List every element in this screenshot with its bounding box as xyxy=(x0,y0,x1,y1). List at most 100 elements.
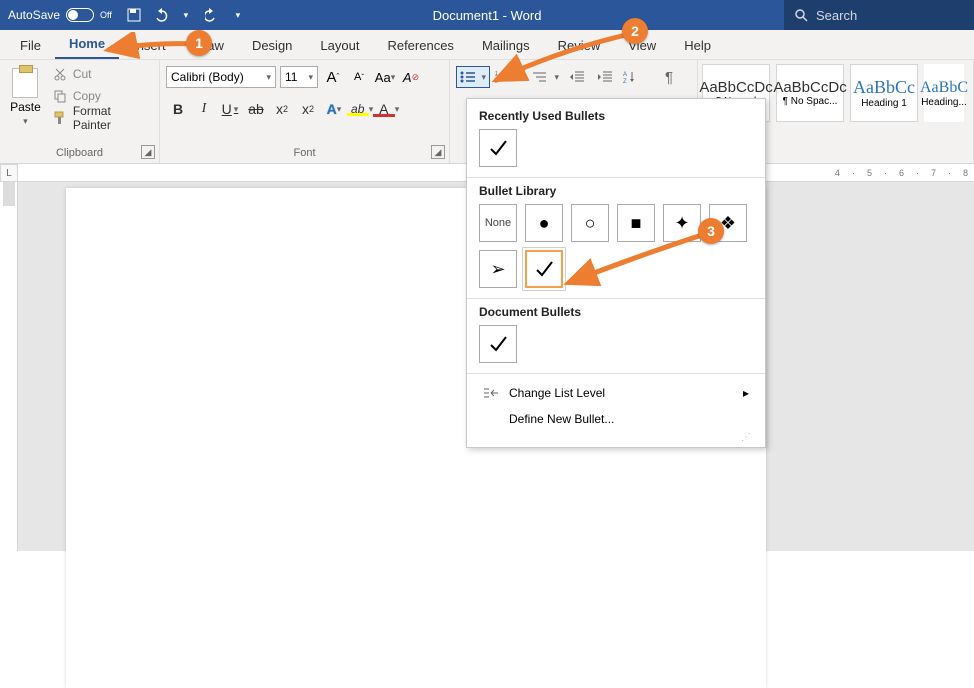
callout-marker-1: 1 xyxy=(186,30,212,56)
disc-icon: ● xyxy=(539,213,550,234)
checkmark-icon xyxy=(533,258,555,280)
qat-customize-icon[interactable]: ▾ xyxy=(230,7,246,23)
resize-grip-icon[interactable]: ⋰ xyxy=(479,432,753,443)
format-painter-icon xyxy=(53,111,67,125)
bullet-option-4star[interactable]: ✦ xyxy=(663,204,701,242)
subscript-button[interactable]: x2 xyxy=(270,98,294,120)
style-no-spacing[interactable]: AaBbCcDc ¶ No Spac... xyxy=(776,64,844,122)
style-preview: AaBbCcDc xyxy=(773,79,846,96)
autosave-toggle[interactable]: AutoSave Off xyxy=(0,8,120,22)
autosave-label: AutoSave xyxy=(8,8,60,22)
font-size-combo[interactable]: 11 ▾ xyxy=(280,66,318,88)
bullet-option-check-selected[interactable] xyxy=(525,250,563,288)
clipboard-launcher-icon[interactable]: ◢ xyxy=(141,145,155,159)
tab-mailings[interactable]: Mailings xyxy=(468,32,544,59)
save-icon[interactable] xyxy=(126,7,142,23)
italic-button[interactable]: I xyxy=(192,98,216,120)
four-point-star-icon: ✦ xyxy=(674,213,689,234)
grow-font-button[interactable]: Aˆ xyxy=(322,66,344,88)
document-bullets-title: Document Bullets xyxy=(479,305,753,319)
paste-button[interactable]: Paste ▾ xyxy=(6,64,45,130)
multilevel-button[interactable]: ▾ xyxy=(528,66,562,88)
superscript-button[interactable]: x2 xyxy=(296,98,320,120)
strikethrough-button[interactable]: ab xyxy=(244,98,268,120)
highlight-button[interactable]: ab▾ xyxy=(348,98,372,120)
undo-dropdown-icon[interactable]: ▾ xyxy=(178,7,194,23)
decrease-indent-button[interactable] xyxy=(564,66,590,88)
cut-button[interactable]: Cut xyxy=(49,64,153,84)
change-case-button[interactable]: Aa▾ xyxy=(374,66,396,88)
checkmark-icon xyxy=(487,137,509,159)
ruler-tick: 8 xyxy=(963,168,968,178)
style-name: ¶ No Spac... xyxy=(783,96,838,107)
bullet-option-check[interactable] xyxy=(479,325,517,363)
numbering-button[interactable]: 123 ▾ xyxy=(492,66,526,88)
toggle-off-icon xyxy=(66,8,94,22)
shrink-font-button[interactable]: Aˇ xyxy=(348,66,370,88)
redo-icon[interactable] xyxy=(204,7,220,23)
style-preview: AaBbCcDc xyxy=(699,79,772,96)
copy-label: Copy xyxy=(73,89,101,103)
sort-button[interactable]: AZ xyxy=(620,66,654,88)
chevron-down-icon: ▾ xyxy=(554,72,559,83)
chevron-down-icon: ▾ xyxy=(308,72,313,83)
bullet-option-circle[interactable]: ○ xyxy=(571,204,609,242)
change-list-level-item[interactable]: Change List Level ▸ xyxy=(479,380,753,406)
copy-icon xyxy=(53,89,67,103)
bullet-option-check[interactable] xyxy=(479,129,517,167)
font-color-button[interactable]: A▾ xyxy=(374,98,398,120)
ruler-tick: · xyxy=(916,168,919,178)
tab-file[interactable]: File xyxy=(6,32,55,59)
ruler-tick: 7 xyxy=(931,168,936,178)
underline-button[interactable]: U▾ xyxy=(218,98,242,120)
bold-button[interactable]: B xyxy=(166,98,190,120)
callout-marker-2: 2 xyxy=(622,18,648,44)
tab-layout[interactable]: Layout xyxy=(306,32,373,59)
text-effects-button[interactable]: A▾ xyxy=(322,98,346,120)
tab-insert[interactable]: Insert xyxy=(119,32,180,59)
tab-help[interactable]: Help xyxy=(670,32,725,59)
autosave-state: Off xyxy=(100,10,112,20)
ribbon-tabs: File Home Insert Draw Design Layout Refe… xyxy=(0,30,974,60)
tab-review[interactable]: Review xyxy=(544,32,615,59)
decrease-indent-icon xyxy=(569,70,585,84)
bullet-option-square[interactable]: ■ xyxy=(617,204,655,242)
tab-home[interactable]: Home xyxy=(55,30,119,59)
square-icon: ■ xyxy=(631,213,642,234)
bullet-option-disc[interactable]: ● xyxy=(525,204,563,242)
style-heading2[interactable]: AaBbC Heading... xyxy=(924,64,964,122)
search-placeholder: Search xyxy=(816,8,857,23)
bullets-button[interactable]: ▾ xyxy=(456,66,490,88)
font-name-combo[interactable]: Calibri (Body) ▾ xyxy=(166,66,276,88)
clear-formatting-button[interactable]: A⊘ xyxy=(400,66,422,88)
bullet-option-arrow[interactable]: ➢ xyxy=(479,250,517,288)
chevron-down-icon: ▾ xyxy=(481,72,486,83)
bullets-dropdown: Recently Used Bullets Bullet Library Non… xyxy=(466,98,766,448)
bullet-option-none[interactable]: None xyxy=(479,204,517,242)
copy-button[interactable]: Copy xyxy=(49,86,153,106)
circle-icon: ○ xyxy=(585,213,596,234)
style-preview: AaBbCc xyxy=(853,77,915,98)
define-new-bullet-item[interactable]: Define New Bullet... xyxy=(479,406,753,432)
style-heading1[interactable]: AaBbCc Heading 1 xyxy=(850,64,918,122)
search-box[interactable]: Search xyxy=(784,0,974,30)
format-painter-button[interactable]: Format Painter xyxy=(49,108,153,128)
bullet-library-title: Bullet Library xyxy=(479,184,753,198)
vertical-ruler[interactable] xyxy=(0,182,18,551)
tab-references[interactable]: References xyxy=(373,32,467,59)
ruler-tick: · xyxy=(948,168,951,178)
numbering-icon: 123 xyxy=(495,70,511,84)
font-launcher-icon[interactable]: ◢ xyxy=(431,145,445,159)
group-font: Calibri (Body) ▾ 11 ▾ Aˆ Aˇ Aa▾ A⊘ B I U… xyxy=(160,60,450,163)
arrowhead-icon: ➢ xyxy=(490,259,505,280)
define-new-label: Define New Bullet... xyxy=(509,412,614,426)
svg-text:3: 3 xyxy=(495,79,498,84)
undo-icon[interactable] xyxy=(152,7,168,23)
checkmark-icon xyxy=(487,333,509,355)
document-title: Document1 - Word xyxy=(433,8,542,23)
submenu-arrow-icon: ▸ xyxy=(743,386,749,400)
ruler-tick: 4 xyxy=(835,168,840,178)
tab-design[interactable]: Design xyxy=(238,32,306,59)
show-marks-button[interactable]: ¶ xyxy=(656,66,682,88)
increase-indent-button[interactable] xyxy=(592,66,618,88)
